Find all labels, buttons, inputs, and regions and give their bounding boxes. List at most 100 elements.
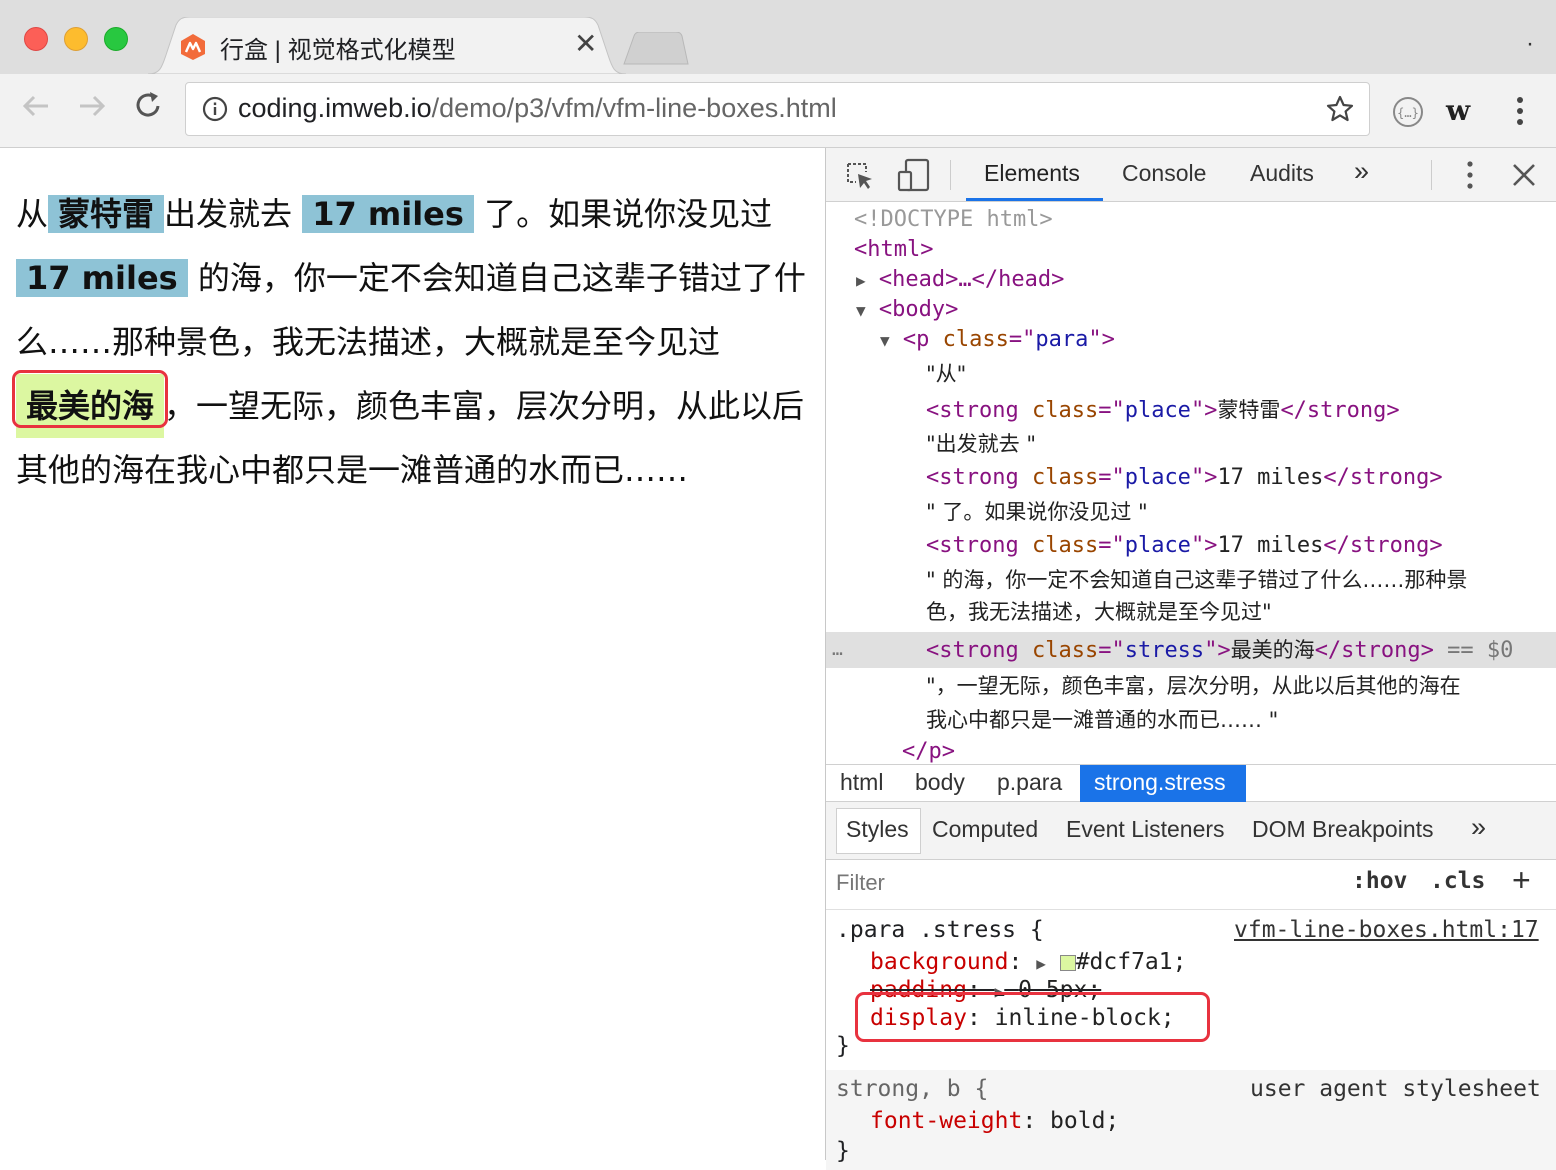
dom-strong-2-class: place xyxy=(1124,465,1191,490)
devtools-panel: Elements Console Audits » <!DOCTYPE html… xyxy=(825,148,1556,1170)
new-style-rule-button[interactable]: + xyxy=(1512,862,1531,899)
address-bar[interactable]: coding.imweb.io/demo/p3/vfm/vfm-line-box… xyxy=(185,82,1370,136)
dom-strong-3[interactable]: <strong class="place">17 miles</strong> xyxy=(926,530,1443,562)
dom-body-row[interactable]: ▼ <body> xyxy=(856,294,958,326)
devtools-menu-icon[interactable] xyxy=(1460,158,1480,197)
tab-title: 行盒 | 视觉格式化模型 xyxy=(220,37,456,64)
browser-menu-icon[interactable] xyxy=(1507,94,1533,128)
display-annotation-outline xyxy=(855,992,1210,1042)
styles-filter-bar: Filter :hov .cls + xyxy=(826,860,1556,910)
decl-font-weight[interactable]: font-weight: bold; xyxy=(870,1106,1119,1136)
reload-icon xyxy=(136,92,160,117)
dom-text-2[interactable]: "出发就去 " xyxy=(926,428,1036,460)
arrow-left-icon xyxy=(22,95,48,117)
toolbar-separator xyxy=(950,160,951,190)
dom-strong-3-class: place xyxy=(1124,533,1191,558)
tab-console[interactable]: Console xyxy=(1122,160,1206,187)
toolbar-separator xyxy=(1431,160,1432,190)
collapse-triangle-icon[interactable]: ▼ xyxy=(880,331,890,350)
color-swatch[interactable] xyxy=(1059,955,1076,971)
forward-button[interactable] xyxy=(70,84,114,128)
reload-button[interactable] xyxy=(126,84,170,128)
styles-subtabs: Styles Computed Event Listeners DOM Brea… xyxy=(826,802,1556,860)
more-tabs-icon[interactable]: » xyxy=(1354,156,1369,187)
val-background: #dcf7a1; xyxy=(1075,949,1187,975)
dom-text-1[interactable]: "从" xyxy=(926,358,966,390)
expand-triangle-icon[interactable]: ▶ xyxy=(1036,954,1046,973)
filter-input[interactable]: Filter xyxy=(836,870,885,896)
devtools-tabbar: Elements Console Audits » xyxy=(826,148,1556,202)
bookmark-star-icon[interactable] xyxy=(1325,94,1355,124)
url-text[interactable]: coding.imweb.io/demo/p3/vfm/vfm-line-box… xyxy=(238,93,837,124)
new-tab-button[interactable] xyxy=(620,31,690,71)
dom-strong-2[interactable]: <strong class="place">17 miles</strong> xyxy=(926,462,1443,494)
zoom-window-button[interactable] xyxy=(104,27,128,51)
arrow-right-icon xyxy=(80,95,106,117)
node-ellipsis-icon[interactable]: … xyxy=(832,634,843,666)
tab-elements[interactable]: Elements xyxy=(984,160,1080,187)
dom-strong-1[interactable]: <strong class="place">蒙特雷</strong> xyxy=(926,394,1400,426)
prop-background: background xyxy=(870,949,1009,975)
dom-strong-2-text: 17 miles xyxy=(1217,465,1324,490)
subtab-dom-breakpoints[interactable]: DOM Breakpoints xyxy=(1252,816,1434,843)
svg-text:{…}: {…} xyxy=(1397,106,1419,120)
collapse-triangle-icon[interactable]: ▼ xyxy=(856,301,866,320)
dom-doctype[interactable]: <!DOCTYPE html> xyxy=(854,204,1053,236)
para-text-3: 了。如果说你没见过 xyxy=(473,195,773,233)
devtools-close-icon[interactable] xyxy=(1511,162,1537,193)
extension-w-icon[interactable]: w xyxy=(1446,94,1470,127)
ua-rule-block: strong, b { user agent stylesheet font-w… xyxy=(826,1070,1556,1170)
dom-text-4-line1[interactable]: " 的海，你一定不会知道自己这辈子错过了什么……那种景 xyxy=(926,564,1467,596)
selected-node-marker: == $0 xyxy=(1447,638,1514,663)
dom-body: <body> xyxy=(878,297,959,322)
style-rules: .para .stress { vfm-line-boxes.html:17 b… xyxy=(826,913,1556,1170)
tab-close-icon[interactable]: ✕ xyxy=(574,27,597,60)
more-subtabs-icon[interactable]: » xyxy=(1471,812,1486,843)
dom-tree: <!DOCTYPE html> <html> ▶ <head>…</head> … xyxy=(826,204,1556,764)
back-button[interactable] xyxy=(14,84,58,128)
url-path: /demo/p3/vfm/vfm-line-boxes.html xyxy=(431,93,837,123)
breadcrumb-body[interactable]: body xyxy=(915,769,965,796)
rule-close-brace: } xyxy=(836,1033,850,1059)
active-tab-indicator xyxy=(966,198,1103,201)
dom-strong-stress[interactable]: <strong class="stress">最美的海</strong> == … xyxy=(926,634,1513,666)
dom-head-row[interactable]: ▶ <head>…</head> xyxy=(856,264,1064,296)
breadcrumb-strong-stress[interactable]: strong.stress xyxy=(1094,769,1226,796)
subtab-event-listeners[interactable]: Event Listeners xyxy=(1066,816,1225,843)
hov-toggle[interactable]: :hov xyxy=(1352,868,1407,894)
subtab-computed[interactable]: Computed xyxy=(932,816,1038,843)
browser-toolbar: coding.imweb.io/demo/p3/vfm/vfm-line-box… xyxy=(0,74,1556,148)
dom-text-3[interactable]: " 了。如果说你没见过 " xyxy=(926,496,1148,528)
stress-annotation-outline xyxy=(12,370,168,428)
dom-text-4-line2[interactable]: 色，我无法描述，大概就是至今见过" xyxy=(926,596,1272,628)
rule-source-link[interactable]: vfm-line-boxes.html:17 xyxy=(1234,915,1539,945)
dom-p-class: para xyxy=(1035,327,1089,352)
dom-head: <head>…</head> xyxy=(878,267,1065,292)
dom-html[interactable]: <html> xyxy=(854,234,933,266)
val-font-weight: bold; xyxy=(1050,1108,1120,1134)
breadcrumb-p-para[interactable]: p.para xyxy=(997,769,1062,796)
inspect-element-icon[interactable] xyxy=(844,160,876,197)
ua-rule-selector[interactable]: strong, b { xyxy=(836,1074,988,1104)
device-toolbar-icon[interactable] xyxy=(896,158,932,197)
place-highlight-2: 17 miles xyxy=(302,195,474,233)
rule-selector[interactable]: .para .stress { xyxy=(836,915,1044,945)
extension-json-icon[interactable]: {…} xyxy=(1392,96,1424,128)
info-icon[interactable] xyxy=(202,96,228,122)
subtab-styles[interactable]: Styles xyxy=(846,816,909,843)
browser-tab-active[interactable]: 行盒 | 视觉格式化模型 ✕ xyxy=(148,17,626,74)
breadcrumb-html[interactable]: html xyxy=(840,769,883,796)
dom-text-5-line2[interactable]: 我心中都只是一滩普通的水而已…… " xyxy=(926,704,1278,736)
para-text-2: 出发就去 xyxy=(164,195,303,233)
decl-background[interactable]: background: ▶ #dcf7a1; xyxy=(870,947,1186,977)
tab-audits[interactable]: Audits xyxy=(1250,160,1314,187)
site-favicon-icon xyxy=(178,32,208,62)
dom-text-5-line1[interactable]: "，一望无际，颜色丰富，层次分明，从此以后其他的海在 xyxy=(926,670,1461,702)
dom-p-row[interactable]: ▼ <p class="para"> xyxy=(880,324,1115,356)
expand-triangle-icon[interactable]: ▶ xyxy=(856,271,866,290)
cls-toggle[interactable]: .cls xyxy=(1430,868,1485,894)
ua-rule-close-brace: } xyxy=(836,1138,850,1164)
dom-strong-3-text: 17 miles xyxy=(1217,533,1324,558)
close-window-button[interactable] xyxy=(24,27,48,51)
minimize-window-button[interactable] xyxy=(64,27,88,51)
